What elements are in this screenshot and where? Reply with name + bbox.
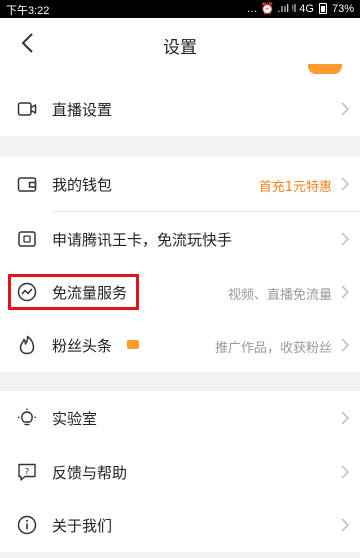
chevron-right-icon	[341, 338, 350, 352]
section-gap	[0, 372, 360, 392]
settings-item-label: 申请腾讯王卡，免流玩快手	[52, 231, 233, 249]
promo-badge	[127, 340, 139, 349]
chevron-right-icon	[341, 285, 350, 299]
svg-text:?: ?	[25, 468, 30, 478]
settings-item-value: 推广作品，收获粉丝	[214, 341, 332, 356]
settings-item-tencent-card[interactable]: 申请腾讯王卡，免流玩快手	[0, 212, 360, 266]
chevron-right-icon	[341, 177, 350, 191]
chevron-right-icon	[341, 102, 350, 116]
help-icon: ?	[18, 463, 36, 481]
status-indicators: … ⏰ .ııl ᵎl 4G 73%	[246, 2, 354, 16]
wallet-icon	[17, 177, 37, 192]
section-gap	[0, 552, 360, 558]
chevron-right-icon	[341, 232, 350, 246]
status-bar: 下午3:22 … ⏰ .ııl ᵎl 4G 73%	[0, 0, 360, 18]
settings-item-feedback[interactable]: ? 反馈与帮助	[0, 445, 360, 499]
battery-icon	[318, 3, 327, 14]
settings-item-about[interactable]: 关于我们	[0, 498, 360, 552]
status-time: 下午3:22	[6, 5, 50, 17]
settings-item-label: 我的钱包	[52, 176, 113, 194]
battery-percent: 73%	[331, 2, 354, 15]
settings-item-fans-headline[interactable]: 粉丝头条 推广作品，收获粉丝	[0, 318, 360, 372]
chevron-right-icon	[341, 411, 350, 425]
highlight-box	[8, 274, 139, 310]
chevron-right-icon	[341, 518, 350, 532]
status-icons: … ⏰ .ııl ᵎl 4G	[246, 3, 314, 15]
info-icon	[17, 515, 37, 535]
page-title: 设置	[163, 38, 197, 58]
settings-item-label: 反馈与帮助	[52, 464, 128, 482]
settings-item-label: 粉丝头条	[52, 337, 113, 355]
settings-item-label: 实验室	[52, 410, 98, 428]
nav-bar: 设置	[0, 18, 360, 70]
video-camera-icon	[17, 102, 37, 116]
settings-item-value: 视频、直播免流量	[227, 288, 332, 303]
lightbulb-icon	[18, 408, 36, 426]
flame-icon	[19, 335, 35, 355]
toggle-partial	[308, 64, 342, 74]
settings-item-lab[interactable]: 实验室	[0, 391, 360, 445]
settings-item-live[interactable]: 直播设置	[0, 82, 360, 136]
settings-item-value: 首充1元特惠	[258, 180, 332, 195]
settings-item-wallet[interactable]: 我的钱包 首充1元特惠	[0, 157, 360, 211]
settings-item-label: 关于我们	[52, 517, 113, 535]
sim-card-icon	[18, 231, 36, 247]
chevron-right-icon	[341, 465, 350, 479]
settings-item-label: 直播设置	[52, 101, 113, 119]
